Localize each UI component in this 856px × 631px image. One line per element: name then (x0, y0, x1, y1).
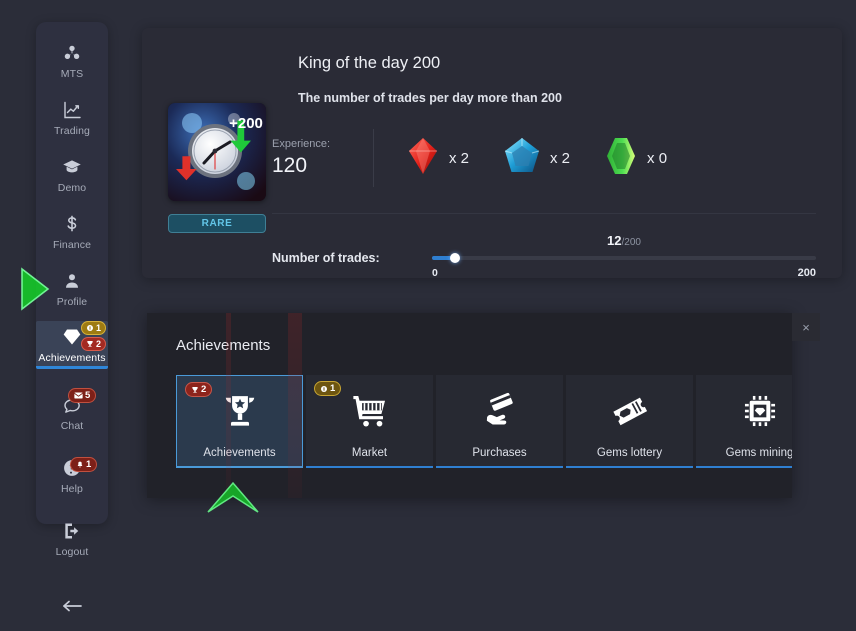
graduation-cap-icon (59, 155, 85, 179)
progress-readout: 12/200 (432, 233, 816, 248)
coin-icon (321, 385, 327, 392)
atom-icon (59, 41, 85, 65)
bell-icon (77, 461, 83, 467)
help-badge-count: 1 (86, 458, 92, 470)
trophy-icon (220, 376, 260, 447)
sidebar-item-help[interactable]: 1 Help (36, 451, 108, 499)
horizontal-divider (272, 213, 816, 214)
tab-achievements-label: Achievements (203, 447, 276, 459)
tab-achievements[interactable]: 2 Achievements (176, 375, 303, 468)
hand-card-icon (479, 375, 521, 447)
sidebar-item-chat[interactable]: 5 Chat (36, 388, 108, 436)
sidebar-item-label: Logout (55, 545, 89, 558)
coin-badge: 1 (80, 321, 106, 335)
sidebar-item-label: Finance (52, 238, 92, 251)
vertical-divider (373, 129, 374, 187)
sidebar-item-label: MTS (60, 67, 84, 80)
logout-icon (59, 519, 85, 543)
user-icon (59, 269, 85, 293)
sidebar-item-profile[interactable]: Profile (36, 264, 108, 312)
panel-title: Achievements (176, 337, 271, 354)
badge-bonus-text: +200 (229, 115, 263, 132)
chat-badge-count: 5 (85, 389, 91, 401)
sidebar-item-mts[interactable]: MTS (36, 36, 108, 84)
coin-badge-count: 1 (95, 322, 101, 333)
tab-purchases-label: Purchases (472, 447, 527, 459)
achievements-badge-stack: 1 2 (80, 321, 106, 351)
arrow-left-icon (59, 594, 85, 618)
achievement-info-row: Experience: 120 x 2 x 2 x 0 (272, 123, 816, 193)
tab-achievements-badge-count: 2 (201, 383, 207, 395)
shopping-cart-icon (350, 375, 390, 447)
tab-market-badge-count: 1 (330, 382, 336, 394)
progress-current: 12 (607, 233, 622, 248)
trophy-icon (86, 341, 94, 347)
sidebar: MTS Trading Demo Finance Profile 1 2 Ach… (36, 22, 108, 611)
envelope-icon (74, 392, 83, 399)
chat-badge: 5 (68, 388, 97, 403)
reward-blue-amount: x 2 (550, 149, 571, 167)
reward-blue: x 2 (503, 136, 570, 181)
achievements-panel: Achievements 2 Achievements 1 Market Pur… (147, 313, 792, 498)
slider-min-tick: 0 (432, 267, 438, 279)
reward-red: x 2 (406, 136, 469, 181)
reward-red-amount: x 2 (449, 149, 470, 167)
ticket-gem-icon (609, 375, 651, 447)
progress-slider[interactable]: 12/200 0 200 (432, 233, 816, 279)
sidebar-item-label: Chat (60, 419, 84, 432)
sidebar-item-label: Achievements (38, 351, 106, 364)
tab-gems-mining[interactable]: Gems mining (696, 375, 792, 468)
coin-icon (86, 325, 93, 331)
tab-market-label: Market (351, 447, 388, 459)
tab-market-badge: 1 (314, 381, 342, 396)
reward-green: x 0 (604, 136, 667, 181)
reward-green-amount: x 0 (647, 149, 668, 167)
sidebar-item-label: Help (61, 482, 83, 495)
achievement-title: King of the day 200 (298, 54, 441, 72)
tab-market[interactable]: 1 Market (306, 375, 433, 468)
sidebar-item-label: Trading (54, 124, 90, 137)
help-badge: 1 (70, 457, 98, 472)
achievement-subtitle: The number of trades per day more than 2… (298, 91, 562, 105)
tab-gems-lottery[interactable]: Gems lottery (566, 375, 693, 468)
red-diamond-gem-icon (406, 136, 440, 181)
rarity-badge: RARE (168, 214, 266, 233)
dollar-icon (59, 212, 85, 236)
trophy-badge: 2 (80, 337, 106, 351)
tab-purchases[interactable]: Purchases (436, 375, 563, 468)
panel-tabs: 2 Achievements 1 Market Purchases Gems l… (176, 375, 792, 468)
sidebar-item-finance[interactable]: Finance (36, 207, 108, 255)
slider-track[interactable] (432, 256, 816, 260)
experience-value: 120 (272, 154, 308, 177)
trophy-icon (191, 386, 199, 393)
achievement-detail-card: King of the day 200 The number of trades… (142, 28, 842, 281)
progress-total: /200 (621, 237, 641, 248)
sidebar-item-trading[interactable]: Trading (36, 93, 108, 141)
close-icon[interactable]: × (792, 313, 820, 341)
sidebar-item-label: Demo (57, 181, 87, 194)
green-hexagon-gem-icon (604, 136, 638, 181)
sidebar-item-demo[interactable]: Demo (36, 150, 108, 198)
sidebar-item-logout[interactable]: Logout (36, 514, 108, 562)
experience-label: Experience: (272, 138, 331, 150)
tab-achievements-badge: 2 (185, 382, 213, 397)
slider-handle[interactable] (450, 253, 461, 263)
experience-block: Experience: 120 (272, 138, 367, 178)
progress-slider-row: Number of trades: 12/200 0 200 (272, 233, 816, 281)
tab-gems-lottery-label: Gems lottery (596, 447, 663, 459)
tab-gems-mining-label: Gems mining (725, 447, 792, 459)
chart-icon (59, 98, 85, 122)
sidebar-collapse-button[interactable] (36, 583, 108, 631)
slider-max-tick: 200 (797, 267, 816, 279)
chip-diamond-icon (740, 375, 780, 447)
blue-pentagon-gem-icon (503, 136, 541, 181)
sidebar-item-achievements[interactable]: 1 2 Achievements (36, 321, 108, 369)
sidebar-item-label: Profile (56, 295, 88, 308)
rewards-group: x 2 x 2 x 0 (406, 136, 667, 181)
achievement-badge-art: +200 (168, 103, 266, 201)
trophy-badge-count: 2 (95, 338, 101, 349)
progress-label: Number of trades: (272, 251, 380, 265)
